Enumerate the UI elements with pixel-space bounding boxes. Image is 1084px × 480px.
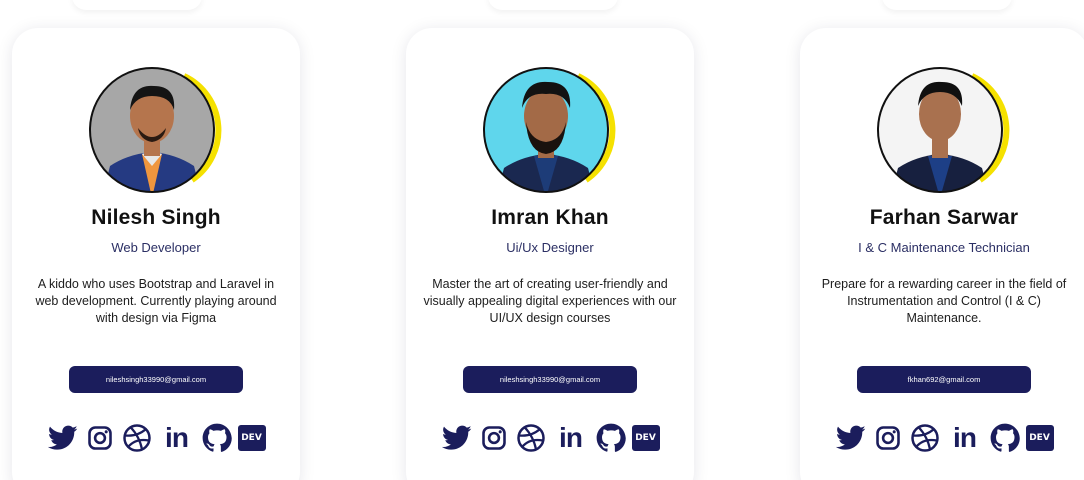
email-button[interactable]: nileshsingh33990@gmail.com bbox=[69, 366, 243, 393]
profile-role: I & C Maintenance Technician bbox=[858, 240, 1030, 255]
twitter-icon[interactable] bbox=[47, 422, 79, 454]
profile-name: Farhan Sarwar bbox=[869, 206, 1019, 229]
dribbble-icon[interactable] bbox=[909, 422, 941, 454]
twitter-icon[interactable] bbox=[441, 422, 473, 454]
card-top-tab bbox=[882, 0, 1012, 10]
social-links: in DEV bbox=[12, 422, 300, 454]
github-icon[interactable] bbox=[201, 422, 233, 454]
email-button[interactable]: fkhan692@gmail.com bbox=[857, 366, 1031, 393]
profile-card: Imran Khan Ui/Ux Designer Master the art… bbox=[406, 28, 694, 480]
github-icon[interactable] bbox=[595, 422, 627, 454]
avatar-photo bbox=[877, 67, 1010, 193]
card-top-tab bbox=[488, 0, 618, 10]
github-icon[interactable] bbox=[989, 422, 1021, 454]
profile-role: Web Developer bbox=[111, 240, 201, 255]
dribbble-icon[interactable] bbox=[121, 422, 153, 454]
card-top-tab bbox=[72, 0, 202, 10]
profile-role: Ui/Ux Designer bbox=[506, 240, 594, 255]
instagram-icon[interactable] bbox=[84, 422, 116, 454]
avatar-photo bbox=[483, 67, 616, 193]
profile-bio: Prepare for a rewarding career in the fi… bbox=[821, 277, 1067, 325]
linkedin-icon[interactable]: in bbox=[158, 422, 196, 454]
email-button[interactable]: nileshsingh33990@gmail.com bbox=[463, 366, 637, 393]
profile-card: Farhan Sarwar I & C Maintenance Technici… bbox=[800, 28, 1084, 480]
profile-name: Nilesh Singh bbox=[91, 206, 221, 229]
dev-icon[interactable]: DEV bbox=[237, 425, 266, 451]
team-section: Nilesh Singh Web Developer A kiddo who u… bbox=[0, 0, 1084, 480]
profile-bio: Master the art of creating user-friendly… bbox=[423, 277, 677, 325]
social-links: in DEV bbox=[406, 422, 694, 454]
dribbble-icon[interactable] bbox=[515, 422, 547, 454]
avatar bbox=[876, 62, 1012, 198]
avatar bbox=[88, 62, 224, 198]
avatar bbox=[482, 62, 618, 198]
profile-card: Nilesh Singh Web Developer A kiddo who u… bbox=[12, 28, 300, 480]
social-links: in DEV bbox=[800, 422, 1084, 454]
instagram-icon[interactable] bbox=[872, 422, 904, 454]
avatar-photo bbox=[89, 67, 222, 193]
linkedin-icon[interactable]: in bbox=[946, 422, 984, 454]
profile-bio: A kiddo who uses Bootstrap and Laravel i… bbox=[35, 277, 277, 325]
linkedin-icon[interactable]: in bbox=[552, 422, 590, 454]
dev-icon[interactable]: DEV bbox=[631, 425, 660, 451]
dev-icon[interactable]: DEV bbox=[1025, 425, 1054, 451]
twitter-icon[interactable] bbox=[835, 422, 867, 454]
instagram-icon[interactable] bbox=[478, 422, 510, 454]
profile-name: Imran Khan bbox=[491, 206, 609, 229]
